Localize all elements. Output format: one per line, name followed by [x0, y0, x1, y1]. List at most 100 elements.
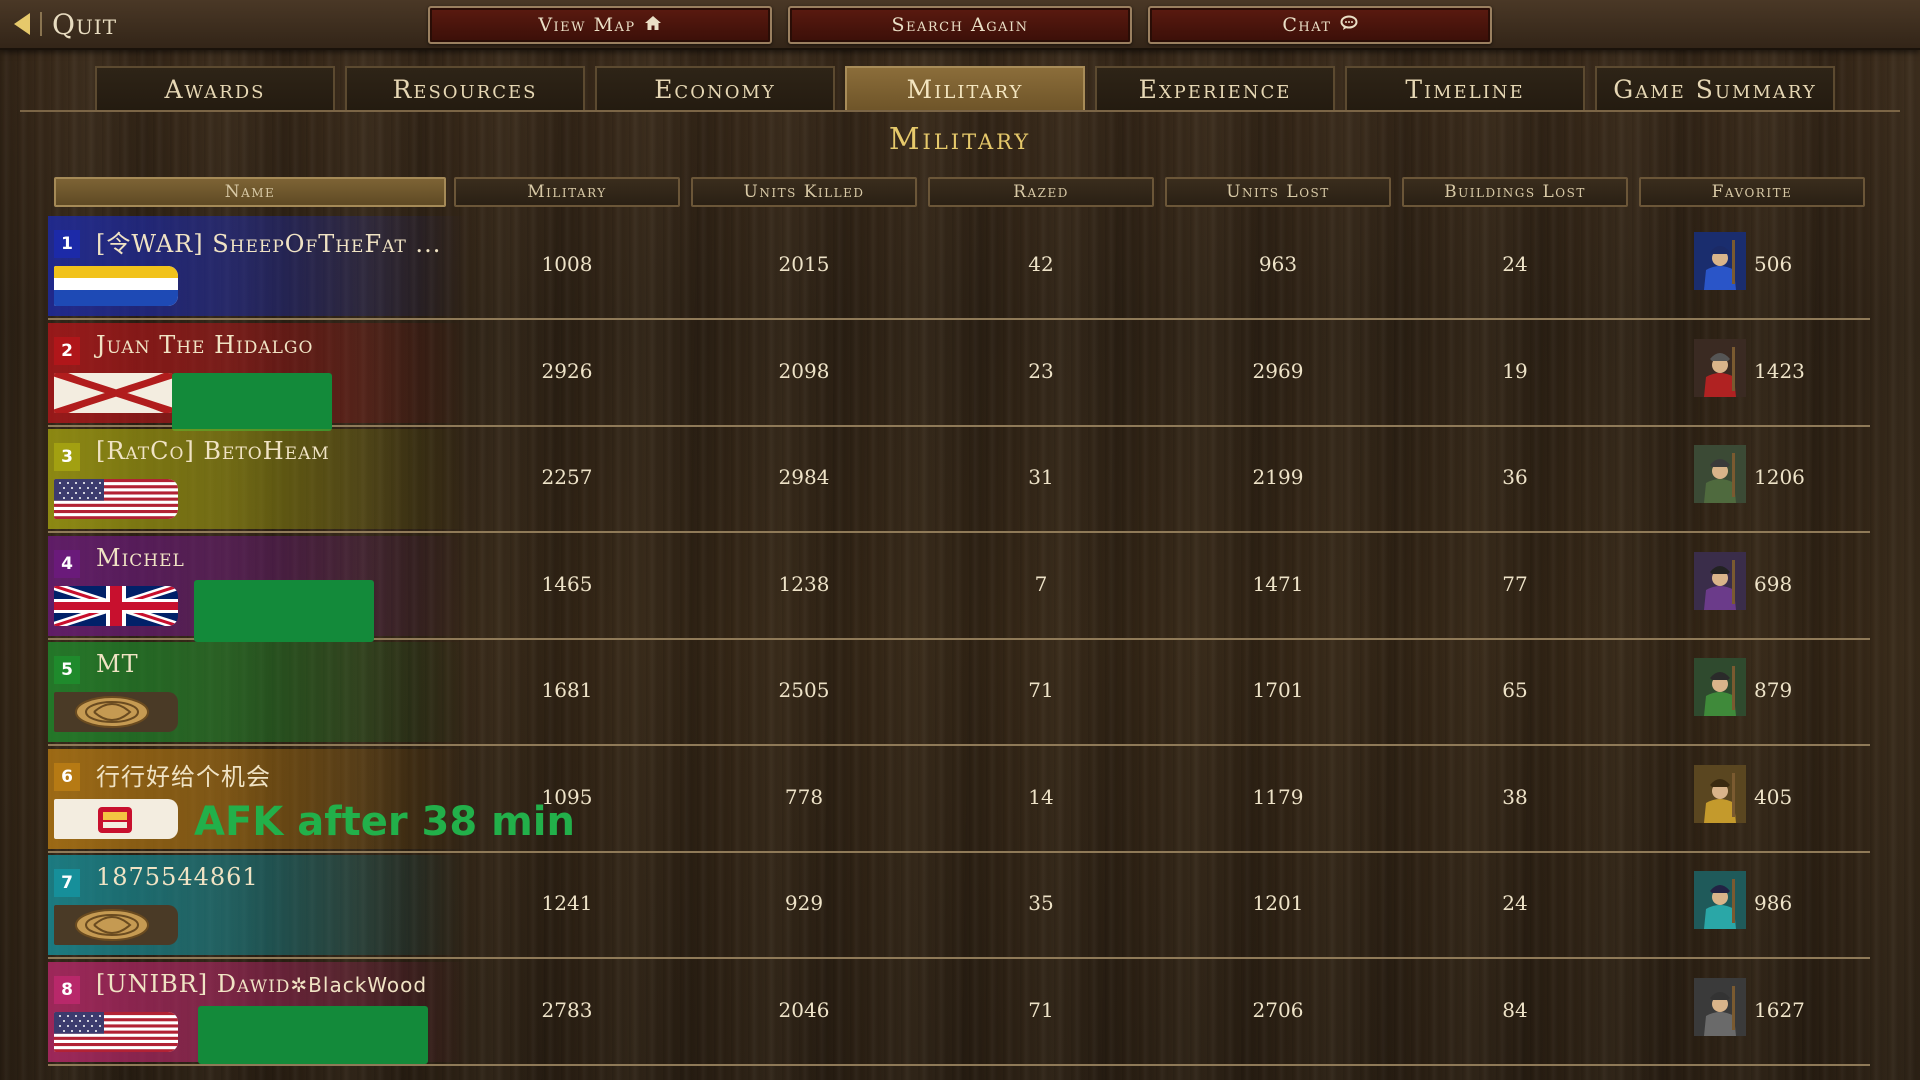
favorite-unit-count: 405: [1754, 784, 1793, 809]
units-killed-value: 2015: [778, 252, 830, 276]
razed-value: 71: [1028, 678, 1054, 702]
favorite-unit-count: 879: [1754, 678, 1793, 702]
buildings-lost-value: 24: [1502, 252, 1528, 276]
military-value: 2257: [541, 465, 593, 489]
column-header-units-lost[interactable]: Units Lost: [1165, 177, 1391, 207]
player-name-text: 1875544861: [96, 863, 259, 891]
column-header-units-killed[interactable]: Units Killed: [691, 177, 917, 207]
samurai-teal-icon[interactable]: [1694, 871, 1746, 929]
razed-value: 71: [1028, 997, 1054, 1022]
flag-yellow-blue-icon: [54, 266, 178, 306]
buildings-lost-value: 36: [1502, 465, 1528, 489]
buildings-lost-value: 24: [1502, 891, 1528, 915]
units-killed-value: 2984: [778, 465, 830, 489]
tab-economy[interactable]: Economy: [595, 66, 835, 110]
player-name[interactable]: Juan The Hidalgo: [96, 331, 313, 359]
military-value: 2783: [541, 997, 593, 1022]
player-rank-badge: 4: [54, 549, 80, 578]
buildings-lost-value: 77: [1502, 571, 1528, 596]
buildings-lost-value: 84: [1502, 997, 1528, 1022]
player-name[interactable]: [RatCo] BetoHeam: [96, 437, 330, 465]
tab-timeline[interactable]: Timeline: [1345, 66, 1585, 110]
player-rank-badge: 8: [54, 975, 80, 1004]
units-lost-value: 2969: [1252, 358, 1304, 383]
column-header-name[interactable]: Name: [54, 177, 446, 207]
military-value: 1681: [541, 678, 593, 702]
rodelero-icon[interactable]: [1694, 338, 1746, 397]
column-header-buildings-lost[interactable]: Buildings Lost: [1402, 177, 1628, 207]
chat-button[interactable]: Chat: [1148, 6, 1492, 44]
units-lost-value: 1179: [1252, 784, 1304, 809]
flag-usa-icon: [54, 479, 178, 519]
tab-resources[interactable]: Resources: [345, 66, 585, 110]
razed-value: 14: [1028, 784, 1054, 809]
table-row[interactable]: 3 [RatCo] BetoHeam 2257 2984 31 2199 36 1206: [48, 427, 1870, 533]
flag-uk-icon: [54, 585, 178, 626]
ninja-icon[interactable]: [1694, 658, 1746, 716]
buildings-lost-value: 65: [1502, 678, 1528, 702]
page-title: Military: [888, 122, 1032, 157]
search-again-button[interactable]: Search Again: [788, 6, 1132, 44]
units-lost-value: 963: [1258, 252, 1298, 276]
player-name-text: [UNIBR] Dawid: [96, 969, 291, 998]
table-row[interactable]: 5 MT 1681 2505 71 1701 65 879: [48, 640, 1870, 746]
player-name[interactable]: [UNIBR] Dawid✲BlackWood: [96, 970, 427, 998]
player-name-text: [RatCo] BetoHeam: [96, 437, 330, 465]
flag-emblem-gold-icon: [54, 905, 178, 945]
table-row[interactable]: 2 Juan The Hidalgo 2926 2098 23 2969 19 1423: [48, 321, 1870, 431]
home-icon: [644, 15, 662, 35]
tab-awards[interactable]: Awards: [95, 66, 335, 110]
officer-icon[interactable]: [1694, 551, 1746, 610]
tab-game-summary[interactable]: Game Summary: [1595, 66, 1835, 110]
player-name[interactable]: MT: [96, 650, 139, 678]
table-row[interactable]: 8 [UNIBR] Dawid✲BlackWood 2783 2046 71 2706 84…: [48, 960, 1870, 1066]
chat-label: Chat: [1282, 14, 1332, 36]
player-rank-badge: 1: [54, 230, 80, 258]
column-header-military[interactable]: Military: [454, 177, 680, 207]
razed-value: 7: [1034, 571, 1048, 596]
player-rank-badge: 3: [54, 443, 80, 471]
player-name-text: MT: [96, 650, 139, 678]
table-row[interactable]: 6 行行好给个机会 AFK after 38 min 1095 778 14 1179 38 4…: [48, 747, 1870, 853]
units-killed-value: 2046: [778, 997, 830, 1022]
player-name[interactable]: 行行好给个机会: [96, 757, 271, 792]
column-header-favorite[interactable]: Favorite: [1639, 177, 1865, 207]
musketeer-blue-icon[interactable]: [1694, 232, 1746, 290]
razed-value: 31: [1028, 465, 1054, 489]
military-value: 2926: [541, 358, 593, 383]
table-row[interactable]: 7 1875544861 1241 929 35 1201 24 986: [48, 853, 1870, 959]
player-name-text: 行行好给个机会: [96, 762, 271, 791]
favorite-unit-count: 1206: [1754, 465, 1805, 489]
divider: [40, 12, 42, 36]
quit-button[interactable]: Quit: [14, 8, 117, 41]
tab-divider: [20, 110, 1900, 112]
table-row[interactable]: 1 [令WAR] SheepOfTheFat ... 1008 2015 42 963 24…: [48, 214, 1870, 320]
units-lost-value: 2199: [1252, 465, 1304, 489]
razed-value: 35: [1028, 891, 1054, 915]
column-header-razed[interactable]: Razed: [928, 177, 1154, 207]
regular-icon[interactable]: [1694, 445, 1746, 503]
tab-military[interactable]: Military: [845, 66, 1085, 110]
hussar-icon[interactable]: [1694, 764, 1746, 823]
player-name[interactable]: [令WAR] SheepOfTheFat ...: [96, 224, 441, 259]
units-lost-value: 1471: [1252, 571, 1304, 596]
table-row[interactable]: 4 Michel 1465 1238 7 1471 77 698: [48, 534, 1870, 642]
flag-usa-icon: [54, 1011, 178, 1052]
units-killed-value: 929: [784, 891, 824, 915]
flag-emblem-gold-icon: [54, 692, 178, 732]
military-value: 1095: [541, 784, 593, 809]
top-bar: Quit View Map Search Again Chat: [0, 0, 1920, 50]
military-value: 1008: [541, 252, 593, 276]
tab-experience[interactable]: Experience: [1095, 66, 1335, 110]
back-arrow-icon: [14, 13, 30, 35]
units-killed-value: 1238: [778, 571, 830, 596]
favorite-unit-count: 986: [1754, 891, 1793, 915]
player-name[interactable]: Michel: [96, 544, 185, 572]
buildings-lost-value: 38: [1502, 784, 1528, 809]
pikeman-icon[interactable]: [1694, 977, 1746, 1036]
view-map-button[interactable]: View Map: [428, 6, 772, 44]
player-name-text: [令WAR] SheepOfTheFat ...: [96, 230, 442, 258]
favorite-unit-count: 506: [1754, 252, 1793, 276]
player-name[interactable]: 1875544861: [96, 863, 259, 891]
units-lost-value: 1201: [1252, 891, 1304, 915]
